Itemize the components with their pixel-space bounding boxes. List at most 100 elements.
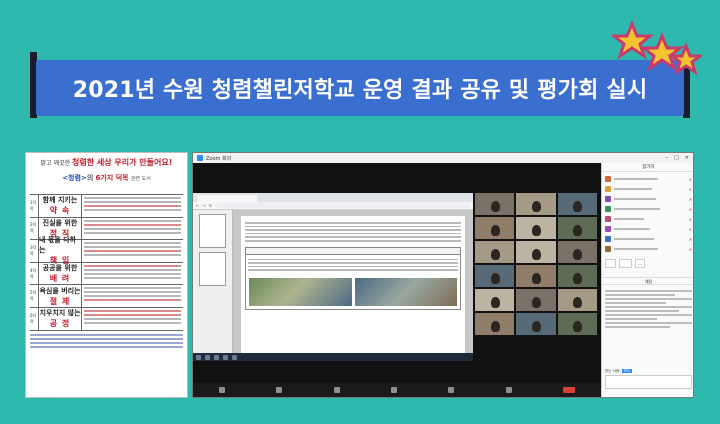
mic-muted-icon: ✕	[688, 236, 692, 242]
poster-row-line2: 약 속	[49, 206, 71, 216]
poster-subtitle-end: 관련 도서	[130, 176, 151, 182]
chat-icon[interactable]	[390, 387, 397, 393]
poster-row: 5덕목 욕심을 버리는 절 제	[30, 285, 183, 308]
mic-icon[interactable]	[218, 387, 225, 393]
pdf-thumbnail[interactable]	[199, 214, 226, 248]
poster-subtitle-mid: 의	[86, 174, 94, 182]
poster-header-prefix: 밝고 깨끗한	[40, 160, 71, 167]
poster-row: 4덕목 공공을 위한 배 려	[30, 262, 183, 286]
participant-item[interactable]: ✕	[605, 194, 692, 204]
chat-input[interactable]	[605, 375, 692, 389]
participant-video[interactable]	[557, 241, 597, 263]
refresh-icon[interactable]: ↻	[209, 203, 212, 208]
participant-video[interactable]	[516, 313, 556, 335]
start-icon[interactable]	[196, 354, 201, 360]
participant-video[interactable]	[475, 193, 515, 215]
stars-decoration-icon	[612, 20, 702, 76]
pdf-thumbnails	[193, 210, 233, 361]
zoom-toolbar	[193, 383, 601, 397]
participant-video[interactable]	[516, 217, 556, 239]
chat-panel-title: 채팅	[602, 277, 693, 285]
minimize-icon[interactable]: –	[666, 155, 669, 161]
participant-video[interactable]	[475, 241, 515, 263]
participant-video[interactable]	[475, 217, 515, 239]
chat-recipient: 받는 사람: 모두	[605, 369, 633, 374]
pdf-thumbnail[interactable]	[199, 252, 226, 286]
forward-icon[interactable]: →	[202, 203, 205, 208]
mute-all-button[interactable]	[618, 259, 633, 268]
participant-video[interactable]	[516, 241, 556, 263]
windows-taskbar	[193, 353, 473, 361]
participant-video[interactable]	[475, 289, 515, 311]
participant-item[interactable]: ✕	[605, 234, 692, 244]
participant-item[interactable]: ✕	[605, 204, 692, 214]
mic-muted-icon: ✕	[688, 176, 692, 182]
browser-tab[interactable]	[197, 195, 257, 202]
zoom-logo-icon	[197, 155, 203, 161]
chat-to-select[interactable]: 모두	[621, 369, 633, 373]
mic-muted-icon: ✕	[688, 206, 692, 212]
poster-row: 3덕목 내 몫을 다하는 책 임	[30, 236, 183, 265]
participants-panel-title: 참가자	[602, 163, 693, 172]
participant-video[interactable]	[557, 313, 597, 335]
banner-title: 2021년 수원 청렴챌린저학교 운영 결과 공유 및 평가회 실시	[72, 78, 648, 103]
poster-row-num: 6덕목	[30, 307, 39, 330]
participant-item[interactable]: ✕	[605, 224, 692, 234]
browser-tabs	[193, 193, 473, 202]
poster-note	[26, 186, 187, 191]
participant-video[interactable]	[475, 313, 515, 335]
maximize-icon[interactable]: □	[674, 155, 679, 161]
participant-video[interactable]	[516, 265, 556, 287]
doc-photo	[354, 277, 457, 306]
close-icon[interactable]: ✕	[685, 155, 689, 161]
zoom-window: Zoom 회의 – □ ✕ ← → ↻ 참가자 ✕ ✕ ✕ ✕ ✕ ✕ ✕ ✕ …	[192, 152, 694, 398]
url-field[interactable]	[215, 203, 470, 208]
mic-muted-icon: ✕	[688, 216, 692, 222]
chat-messages	[602, 285, 693, 333]
participant-video-grid	[473, 193, 599, 361]
participants-icon[interactable]	[333, 387, 340, 393]
participant-video[interactable]	[557, 265, 597, 287]
participant-video[interactable]	[557, 193, 597, 215]
mic-muted-icon: ✕	[688, 196, 692, 202]
poster-rows: 1덕목 함께 지키는 약 속 2덕목 진실을 위한 정 직 3덕목 내 몫을 다하는…	[30, 194, 183, 331]
mic-muted-icon: ✕	[688, 186, 692, 192]
more-button[interactable]: …	[635, 259, 645, 268]
participant-video[interactable]	[516, 289, 556, 311]
participant-item[interactable]: ✕	[605, 244, 692, 254]
share-screen-icon[interactable]	[448, 387, 455, 393]
participant-item[interactable]: ✕	[605, 184, 692, 194]
participant-item[interactable]: ✕	[605, 214, 692, 224]
poster-header: 밝고 깨끗한 청렴한 세상 우리가 만들어요!	[26, 153, 187, 168]
chat-to-label: 받는 사람:	[605, 369, 621, 373]
participant-video[interactable]	[557, 289, 597, 311]
poster-subtitle-red: 6가지 덕목	[95, 174, 129, 182]
poster-row-line2: 절 제	[49, 296, 71, 306]
shared-document	[241, 216, 465, 355]
end-meeting-button[interactable]	[563, 387, 576, 393]
zoom-titlebar: Zoom 회의 – □ ✕	[193, 153, 693, 163]
poster-subtitle: <청렴>의 6가지 덕목 관련 도서	[26, 173, 187, 183]
participant-video[interactable]	[557, 217, 597, 239]
poster-footer	[30, 333, 183, 348]
doc-photo	[249, 277, 352, 306]
poster-row-num: 4덕목	[30, 262, 39, 285]
poster-row-num: 3덕목	[30, 240, 39, 262]
side-panel: 참가자 ✕ ✕ ✕ ✕ ✕ ✕ ✕ ✕ … 채팅 받는 사람: 모두	[601, 163, 693, 397]
poster-row-line1: 치우치지 않는	[39, 309, 81, 318]
invite-button[interactable]	[605, 259, 616, 268]
shared-screen: ← → ↻	[193, 193, 473, 361]
participant-video[interactable]	[516, 193, 556, 215]
zoom-window-title: Zoom 회의	[206, 155, 232, 162]
poster-row: 1덕목 함께 지키는 약 속	[30, 195, 183, 218]
mic-muted-icon: ✕	[688, 226, 692, 232]
record-icon[interactable]	[505, 387, 512, 393]
video-icon[interactable]	[276, 387, 283, 393]
back-icon[interactable]: ←	[196, 203, 199, 208]
participant-actions: …	[602, 256, 693, 271]
doc-table	[245, 246, 461, 310]
poster-row-num: 1덕목	[30, 195, 39, 217]
participant-video[interactable]	[475, 265, 515, 287]
participant-item[interactable]: ✕	[605, 174, 692, 184]
mic-muted-icon: ✕	[688, 246, 692, 252]
